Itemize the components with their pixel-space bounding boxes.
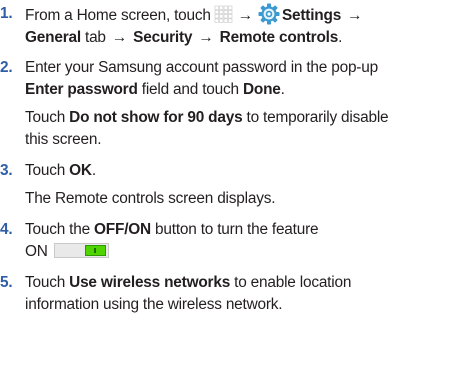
step-text: Touch (25, 274, 70, 291)
step-item-5: 5. Touch Use wireless networks to enable… (0, 272, 471, 316)
step-item-4: 4. Touch the OFF/ON button to turn the f… (0, 219, 471, 263)
step-number: 4. (0, 221, 13, 238)
step-line: Enter password field and touch Done. (25, 79, 471, 101)
use-wireless-networks-label: Use wireless networks (69, 274, 231, 291)
step-text: button to turn the feature (150, 221, 319, 238)
settings-label: Settings (281, 7, 342, 24)
step-text: Enter your Samsung account password in t… (25, 59, 378, 76)
step-text: field and touch (137, 81, 243, 98)
step-text: tab (80, 29, 110, 46)
do-not-show-label: Do not show for 90 days (69, 109, 243, 126)
step-text: to temporarily disable (242, 109, 389, 126)
step-text: . (338, 29, 343, 46)
step-line: Touch OK. (25, 160, 471, 182)
step-text: to enable location (230, 274, 352, 291)
step-line: Touch Use wireless networks to enable lo… (25, 272, 471, 294)
apps-grid-icon (214, 5, 233, 23)
arrow-icon: → (347, 7, 363, 24)
remote-controls-label: Remote controls (215, 29, 339, 46)
ok-label: OK (69, 162, 92, 179)
step-line: From a Home screen, touch → Settings → (25, 3, 471, 27)
arrow-icon: → (237, 7, 253, 24)
step-item-1: 1. From a Home screen, touch → Settings … (0, 3, 471, 49)
step-text: Touch (25, 162, 70, 179)
done-label: Done (242, 81, 281, 98)
step-line: Touch Do not show for 90 days to tempora… (25, 107, 471, 129)
off-on-label: OFF/ON (94, 221, 151, 238)
enter-password-label: Enter password (25, 81, 138, 98)
step-text: Touch the (25, 221, 95, 238)
instruction-document: 1. From a Home screen, touch → Settings … (0, 3, 471, 379)
general-tab-label: General (25, 29, 81, 46)
step-number: 3. (0, 162, 13, 179)
step-number: 2. (0, 59, 13, 76)
step-text: Touch (25, 109, 70, 126)
step-text: . (280, 81, 285, 98)
step-text: information using the wireless network. (25, 296, 283, 313)
step-note: The Remote controls screen displays. (25, 190, 276, 207)
arrow-icon: → (111, 29, 128, 46)
step-number: 5. (0, 274, 13, 291)
security-label: Security (129, 29, 197, 46)
step-list: 1. From a Home screen, touch → Settings … (0, 3, 471, 316)
step-line: ON (25, 241, 471, 263)
on-toggle-switch-icon (53, 243, 109, 258)
step-note: Touch Do not show for 90 days to tempora… (25, 107, 471, 151)
step-text: this screen. (25, 131, 102, 148)
step-number: 1. (0, 5, 13, 22)
settings-gear-icon (258, 3, 280, 25)
step-text: . (91, 162, 96, 179)
arrow-icon: → (198, 29, 214, 46)
on-label: ON (25, 243, 48, 260)
step-item-2: 2. Enter your Samsung account password i… (0, 57, 471, 151)
step-text: From a Home screen, touch (25, 7, 211, 24)
step-line: Touch the OFF/ON button to turn the feat… (25, 219, 471, 241)
step-line: General tab → Security → Remote controls… (25, 27, 471, 49)
toggle-knob (84, 245, 106, 256)
step-item-3: 3. Touch OK. The Remote controls screen … (0, 160, 471, 210)
